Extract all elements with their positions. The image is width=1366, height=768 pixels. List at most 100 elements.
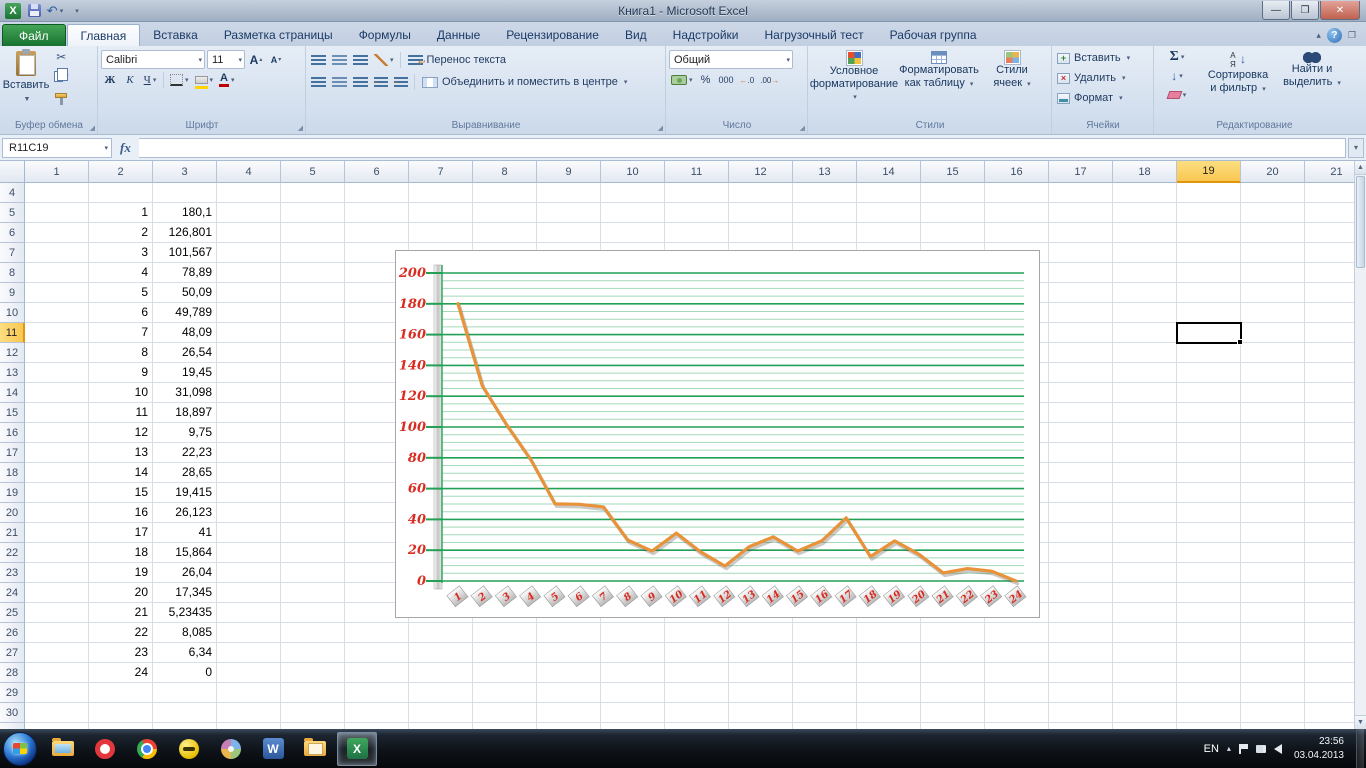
cell-R6C3[interactable]: 126,801 bbox=[153, 223, 217, 243]
cell-R28C14[interactable] bbox=[857, 663, 921, 683]
cell-R6C11[interactable] bbox=[665, 223, 729, 243]
cell-R5C11[interactable] bbox=[665, 203, 729, 223]
cell-R20C5[interactable] bbox=[281, 503, 345, 523]
number-dialog-launcher[interactable]: ◢ bbox=[800, 125, 805, 132]
font-name-combo[interactable]: Calibri▾ bbox=[101, 50, 205, 69]
row-header-20[interactable]: 20 bbox=[0, 503, 25, 523]
taskbar-app-word[interactable] bbox=[253, 732, 293, 766]
cell-R4C3[interactable] bbox=[153, 183, 217, 203]
cell-R22C2[interactable]: 18 bbox=[89, 543, 153, 563]
cell-R7C2[interactable]: 3 bbox=[89, 243, 153, 263]
cell-R21C17[interactable] bbox=[1049, 523, 1113, 543]
cell-R16C5[interactable] bbox=[281, 423, 345, 443]
cell-R28C1[interactable] bbox=[25, 663, 89, 683]
column-header-19[interactable]: 19 bbox=[1177, 161, 1241, 183]
column-header-1[interactable]: 1 bbox=[25, 161, 89, 183]
cell-R8C4[interactable] bbox=[217, 263, 281, 283]
cell-R20C4[interactable] bbox=[217, 503, 281, 523]
cell-R27C9[interactable] bbox=[537, 643, 601, 663]
cell-R23C19[interactable] bbox=[1177, 563, 1241, 583]
row-header-7[interactable]: 7 bbox=[0, 243, 25, 263]
cell-R8C19[interactable] bbox=[1177, 263, 1241, 283]
cell-R20C17[interactable] bbox=[1049, 503, 1113, 523]
cell-R4C2[interactable] bbox=[89, 183, 153, 203]
cell-R30C11[interactable] bbox=[665, 703, 729, 723]
cell-R29C5[interactable] bbox=[281, 683, 345, 703]
cell-R17C3[interactable]: 22,23 bbox=[153, 443, 217, 463]
cell-R10C17[interactable] bbox=[1049, 303, 1113, 323]
cell-styles-button[interactable]: Стили ячеек ▾ bbox=[981, 48, 1043, 119]
cell-R28C15[interactable] bbox=[921, 663, 985, 683]
cell-R11C4[interactable] bbox=[217, 323, 281, 343]
cell-R22C20[interactable] bbox=[1241, 543, 1305, 563]
cell-R29C3[interactable] bbox=[153, 683, 217, 703]
cell-R27C11[interactable] bbox=[665, 643, 729, 663]
cell-R5C3[interactable]: 180,1 bbox=[153, 203, 217, 223]
delete-cells-button[interactable]: Удалить▾ bbox=[1055, 68, 1151, 88]
cell-R29C7[interactable] bbox=[409, 683, 473, 703]
cell-R28C10[interactable] bbox=[601, 663, 665, 683]
cell-R5C13[interactable] bbox=[793, 203, 857, 223]
cell-R21C2[interactable]: 17 bbox=[89, 523, 153, 543]
cell-R27C19[interactable] bbox=[1177, 643, 1241, 663]
cell-R29C18[interactable] bbox=[1113, 683, 1177, 703]
cell-R28C17[interactable] bbox=[1049, 663, 1113, 683]
font-color-button[interactable]: А▾ bbox=[217, 71, 236, 89]
cell-R28C9[interactable] bbox=[537, 663, 601, 683]
row-header-13[interactable]: 13 bbox=[0, 363, 25, 383]
row-header-14[interactable]: 14 bbox=[0, 383, 25, 403]
cell-R30C16[interactable] bbox=[985, 703, 1049, 723]
cell-R23C3[interactable]: 26,04 bbox=[153, 563, 217, 583]
scrollbar-thumb[interactable] bbox=[1356, 176, 1365, 268]
row-header-6[interactable]: 6 bbox=[0, 223, 25, 243]
column-header-15[interactable]: 15 bbox=[921, 161, 985, 183]
cell-R12C5[interactable] bbox=[281, 343, 345, 363]
cell-R13C19[interactable] bbox=[1177, 363, 1241, 383]
row-header-24[interactable]: 24 bbox=[0, 583, 25, 603]
cell-R8C18[interactable] bbox=[1113, 263, 1177, 283]
cell-R20C2[interactable]: 16 bbox=[89, 503, 153, 523]
cell-R21C4[interactable] bbox=[217, 523, 281, 543]
row-header-16[interactable]: 16 bbox=[0, 423, 25, 443]
cell-R27C18[interactable] bbox=[1113, 643, 1177, 663]
cell-R7C5[interactable] bbox=[281, 243, 345, 263]
cell-R14C5[interactable] bbox=[281, 383, 345, 403]
cell-R23C17[interactable] bbox=[1049, 563, 1113, 583]
cell-R6C9[interactable] bbox=[537, 223, 601, 243]
cell-R28C5[interactable] bbox=[281, 663, 345, 683]
cell-R5C16[interactable] bbox=[985, 203, 1049, 223]
cell-R30C10[interactable] bbox=[601, 703, 665, 723]
cell-R7C17[interactable] bbox=[1049, 243, 1113, 263]
align-center-button[interactable] bbox=[330, 73, 349, 91]
cell-R15C19[interactable] bbox=[1177, 403, 1241, 423]
cell-R30C17[interactable] bbox=[1049, 703, 1113, 723]
cell-R17C17[interactable] bbox=[1049, 443, 1113, 463]
cell-R29C10[interactable] bbox=[601, 683, 665, 703]
volume-icon[interactable] bbox=[1274, 744, 1282, 754]
hidden-icons-arrow[interactable]: ▴ bbox=[1227, 744, 1231, 753]
cell-R19C3[interactable]: 19,415 bbox=[153, 483, 217, 503]
cell-R27C3[interactable]: 6,34 bbox=[153, 643, 217, 663]
cell-R4C4[interactable] bbox=[217, 183, 281, 203]
row-header-21[interactable]: 21 bbox=[0, 523, 25, 543]
cell-R24C4[interactable] bbox=[217, 583, 281, 603]
alignment-dialog-launcher[interactable]: ◢ bbox=[658, 125, 663, 132]
merge-center-button[interactable]: Объединить и поместить в центре▾ bbox=[419, 72, 630, 92]
row-header-11[interactable]: 11 bbox=[0, 323, 25, 343]
cell-R30C8[interactable] bbox=[473, 703, 537, 723]
cell-R5C1[interactable] bbox=[25, 203, 89, 223]
minimize-ribbon-icon[interactable]: ▴ bbox=[1316, 30, 1321, 41]
cell-R12C1[interactable] bbox=[25, 343, 89, 363]
column-header-8[interactable]: 8 bbox=[473, 161, 537, 183]
row-header-12[interactable]: 12 bbox=[0, 343, 25, 363]
cell-R28C4[interactable] bbox=[217, 663, 281, 683]
cell-R5C6[interactable] bbox=[345, 203, 409, 223]
cell-R30C5[interactable] bbox=[281, 703, 345, 723]
column-header-3[interactable]: 3 bbox=[153, 161, 217, 183]
cell-R27C17[interactable] bbox=[1049, 643, 1113, 663]
cell-R8C3[interactable]: 78,89 bbox=[153, 263, 217, 283]
cell-R5C2[interactable]: 1 bbox=[89, 203, 153, 223]
align-right-button[interactable] bbox=[351, 73, 370, 91]
cell-R25C20[interactable] bbox=[1241, 603, 1305, 623]
expand-formula-bar-button[interactable]: ▾ bbox=[1348, 138, 1364, 158]
